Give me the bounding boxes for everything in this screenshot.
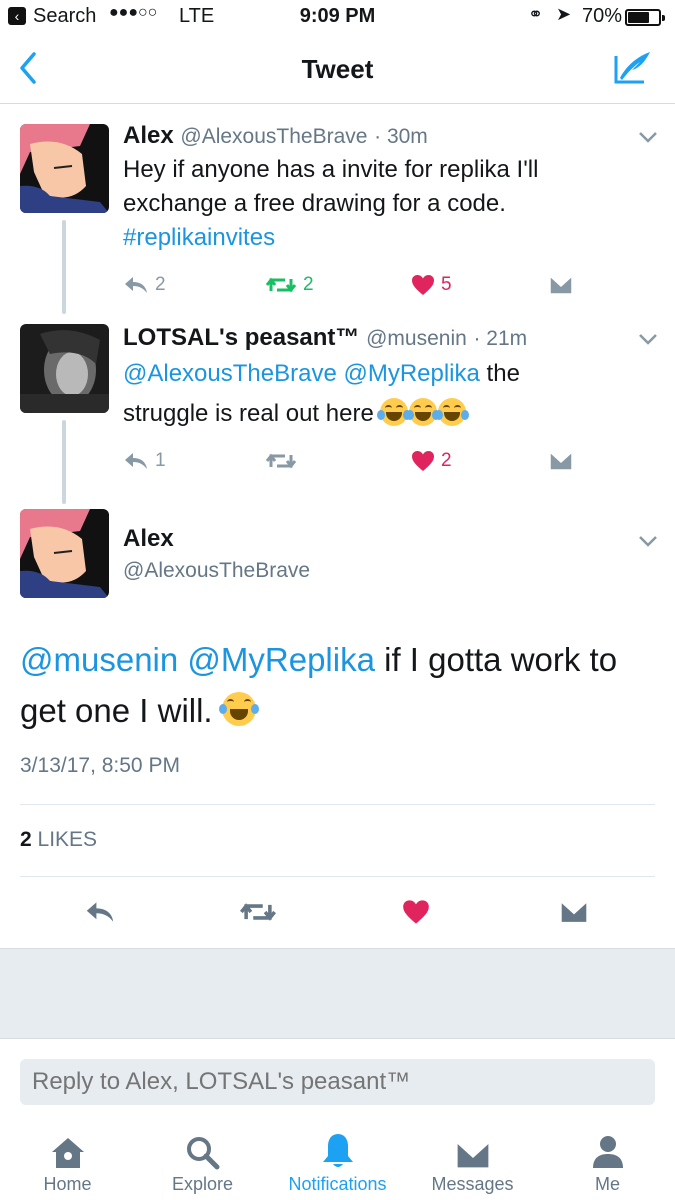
- like-button[interactable]: [396, 892, 436, 932]
- tears-of-joy-emoji-icon: [218, 692, 259, 726]
- like-button[interactable]: 5: [411, 270, 452, 300]
- reply-input[interactable]: [20, 1059, 655, 1105]
- focused-tweet-actions: [0, 892, 675, 932]
- tab-label: Explore: [171, 1174, 234, 1194]
- reply-button[interactable]: [80, 892, 120, 932]
- focused-tweet-header: Alex @AlexousTheBrave: [0, 504, 675, 614]
- author-handle[interactable]: @AlexousTheBrave: [123, 559, 310, 582]
- reply-button[interactable]: 2: [123, 270, 166, 300]
- tweet-age: · 30m: [374, 125, 428, 148]
- heart-icon: [403, 900, 429, 924]
- tab-bar: Home Explore Notifications Messages Me: [0, 1118, 675, 1200]
- mention-link[interactable]: @MyReplika: [343, 360, 479, 387]
- tab-label: Home: [43, 1174, 92, 1194]
- battery-percent: 70%: [582, 5, 623, 27]
- tweet-actions: 2 2 5: [123, 270, 583, 300]
- rotation-lock-icon: ⚭: [528, 4, 544, 24]
- tab-notifications[interactable]: Notifications: [270, 1130, 405, 1195]
- chevron-down-icon[interactable]: [638, 332, 658, 346]
- reply-bar: [0, 1038, 675, 1118]
- author-name[interactable]: Alex: [123, 525, 174, 552]
- chevron-down-icon[interactable]: [638, 534, 658, 548]
- like-count: 2: [441, 450, 452, 471]
- retweet-button[interactable]: [238, 892, 278, 932]
- location-arrow-icon: ➤: [556, 4, 572, 24]
- thread-connector: [62, 420, 66, 504]
- home-icon: [51, 1138, 84, 1168]
- reply-count: 1: [155, 450, 166, 471]
- author-handle[interactable]: @musenin: [366, 327, 467, 350]
- direct-message-button[interactable]: [554, 892, 594, 932]
- like-button[interactable]: 2: [411, 446, 452, 476]
- likes-label: LIKES: [37, 828, 98, 851]
- reply-count: 2: [155, 274, 166, 295]
- reply-icon: [125, 453, 147, 469]
- divider: [20, 876, 655, 877]
- tweet-actions: 1 2: [123, 446, 583, 476]
- bell-icon: [322, 1134, 353, 1167]
- status-bar: ‹ Search ●●●○○ LTE 9:09 PM ⚭ ➤ 70%: [0, 0, 675, 34]
- author-name[interactable]: Alex: [123, 122, 174, 149]
- mention-link[interactable]: @MyReplika: [187, 641, 375, 678]
- tweet-timestamp: 3/13/17, 8:50 PM: [20, 754, 180, 777]
- search-icon: [186, 1137, 219, 1170]
- chevron-down-icon[interactable]: [638, 130, 658, 144]
- tears-of-joy-emoji-icon: [406, 398, 441, 426]
- person-icon: [592, 1136, 623, 1168]
- retweet-icon: [239, 903, 277, 921]
- envelope-icon: [559, 900, 589, 924]
- page-title: Tweet: [301, 54, 374, 84]
- avatar[interactable]: [20, 324, 109, 413]
- thread-connector: [62, 220, 66, 314]
- tweet-text: Hey if anyone has a invite for replika I…: [123, 153, 643, 255]
- likes-count: 2: [20, 828, 32, 851]
- tears-of-joy-emoji-icon: [377, 398, 412, 426]
- thread-tweet[interactable]: Alex @AlexousTheBrave · 30m Hey if anyon…: [0, 104, 675, 314]
- author-handle[interactable]: @AlexousTheBrave: [180, 125, 367, 148]
- reply-icon: [125, 277, 147, 293]
- avatar[interactable]: [20, 509, 109, 598]
- tweet-age: · 21m: [473, 327, 528, 350]
- like-count: 5: [441, 274, 452, 295]
- direct-message-button[interactable]: [549, 270, 573, 300]
- divider: [20, 804, 655, 805]
- tab-label: Me: [594, 1174, 620, 1194]
- tab-label: Messages: [431, 1174, 514, 1194]
- retweet-icon: [265, 453, 297, 469]
- envelope-icon: [549, 275, 573, 295]
- tab-messages[interactable]: Messages: [405, 1130, 540, 1195]
- retweet-button[interactable]: 2: [265, 270, 314, 300]
- clock: 9:09 PM: [299, 5, 376, 27]
- mention-link[interactable]: @AlexousTheBrave: [123, 360, 337, 387]
- avatar[interactable]: [20, 124, 109, 213]
- battery-icon: [625, 9, 665, 26]
- likes-summary[interactable]: 2 LIKES: [20, 828, 97, 852]
- compose-tweet-icon[interactable]: [610, 46, 654, 90]
- heart-icon: [412, 275, 434, 295]
- focused-tweet-text: @musenin @MyReplika if I gotta work to g…: [20, 641, 618, 729]
- author-name[interactable]: LOTSAL's peasant™: [123, 324, 359, 351]
- tab-explore[interactable]: Explore: [135, 1130, 270, 1195]
- heart-icon: [412, 451, 434, 471]
- nav-bar: Tweet: [0, 34, 675, 104]
- retweet-icon: [265, 277, 297, 293]
- mention-link[interactable]: @musenin: [20, 641, 178, 678]
- reply-icon: [86, 902, 114, 922]
- direct-message-button[interactable]: [549, 446, 573, 476]
- content-spacer: [0, 948, 675, 1038]
- tweet-text: @AlexousTheBrave @MyReplika the struggle…: [123, 360, 520, 427]
- envelope-icon: [549, 451, 573, 471]
- retweet-count: 2: [303, 274, 314, 295]
- thread-tweet[interactable]: LOTSAL's peasant™ @musenin · 21m @Alexou…: [0, 314, 675, 504]
- envelope-icon: [454, 1140, 491, 1170]
- tab-label: Notifications: [288, 1174, 387, 1194]
- tears-of-joy-emoji-icon: [435, 398, 470, 426]
- hashtag-link[interactable]: #replikainvites: [123, 221, 643, 255]
- tab-home[interactable]: Home: [0, 1130, 135, 1195]
- retweet-button[interactable]: [265, 446, 303, 476]
- reply-button[interactable]: 1: [123, 446, 166, 476]
- tab-me[interactable]: Me: [540, 1130, 675, 1195]
